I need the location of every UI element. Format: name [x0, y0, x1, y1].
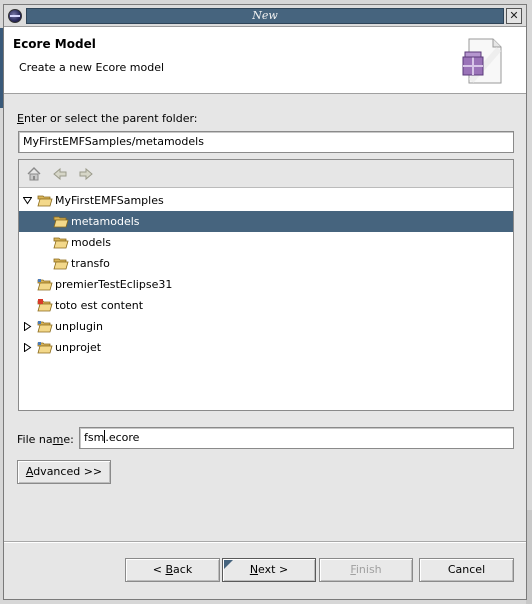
tree-item-label: metamodels: [71, 215, 140, 228]
eclipse-icon[interactable]: [8, 9, 22, 23]
file-name-label: File name:: [17, 433, 74, 446]
tree-item-unprojet[interactable]: unprojet: [19, 337, 513, 358]
tree-item-transfo[interactable]: transfo: [19, 253, 513, 274]
tree-item-toto-est-content[interactable]: toto est content: [19, 295, 513, 316]
tree-item-models[interactable]: models: [19, 232, 513, 253]
project-folder-icon: [37, 321, 53, 333]
project-folder-icon: [37, 342, 53, 354]
project-folder-icon: [37, 279, 53, 291]
page-title: Ecore Model: [13, 37, 96, 51]
tree-item-premiertesteclipse31[interactable]: premierTestEclipse31: [19, 274, 513, 295]
file-name-input[interactable]: fsm.ecore: [79, 427, 514, 449]
finish-button[interactable]: Finish: [319, 558, 413, 582]
home-icon[interactable]: [25, 165, 43, 183]
chevron-down-icon[interactable]: [23, 196, 32, 205]
tree-item-label: models: [71, 236, 111, 249]
window-title: New: [26, 8, 504, 24]
focus-corner-icon: [224, 560, 233, 569]
folder-tree[interactable]: MyFirstEMFSamples metamodels models tran…: [18, 159, 514, 411]
open-folder-icon: [53, 258, 69, 270]
parent-folder-label: Enter or select the parent folder:: [17, 112, 198, 125]
parent-folder-input[interactable]: MyFirstEMFSamples/metamodels: [18, 131, 514, 153]
cancel-button[interactable]: Cancel: [419, 558, 514, 582]
tree-item-label: toto est content: [55, 299, 144, 312]
new-wizard-dialog: New ✕ Ecore Model Create a new Ecore mod…: [3, 4, 527, 600]
tree-item-metamodels[interactable]: metamodels: [19, 211, 513, 232]
new-ecore-model-wizard-icon: [462, 38, 502, 84]
close-button[interactable]: ✕: [506, 8, 522, 24]
tree-item-label: unprojet: [55, 341, 102, 354]
chevron-right-icon[interactable]: [23, 343, 32, 352]
advanced-button[interactable]: Advanced >>: [17, 460, 111, 484]
tree-item-unplugin[interactable]: unplugin: [19, 316, 513, 337]
chevron-right-icon[interactable]: [23, 322, 32, 331]
button-bar-separator: [4, 541, 526, 543]
open-folder-icon: [53, 216, 69, 228]
tree-item-myfirstemfsamples[interactable]: MyFirstEMFSamples: [19, 190, 513, 211]
tree-item-label: unplugin: [55, 320, 103, 333]
project-folder-icon: [37, 299, 53, 312]
title-bar: New ✕: [4, 5, 526, 27]
next-button[interactable]: Next >: [222, 558, 316, 582]
tree-item-label: premierTestEclipse31: [55, 278, 173, 291]
open-folder-icon: [53, 237, 69, 249]
tree-item-label: transfo: [71, 257, 110, 270]
back-arrow-icon[interactable]: [51, 165, 69, 183]
tree-item-label: MyFirstEMFSamples: [55, 194, 164, 207]
tree-toolbar: [19, 160, 513, 188]
forward-arrow-icon[interactable]: [77, 165, 95, 183]
page-description: Create a new Ecore model: [19, 61, 165, 74]
back-button[interactable]: < Back: [125, 558, 220, 582]
open-folder-icon: [37, 195, 53, 207]
wizard-header: Ecore Model Create a new Ecore model: [4, 27, 526, 94]
